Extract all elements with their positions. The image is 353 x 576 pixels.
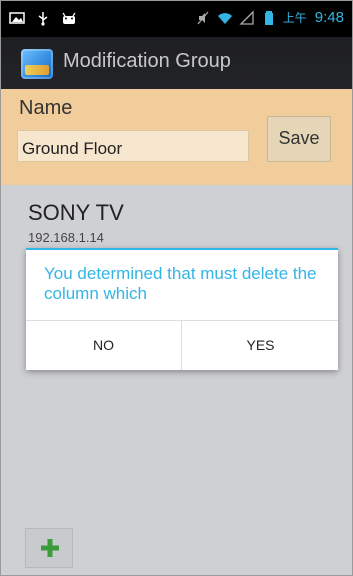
dialog-message: You determined that must delete the colu… xyxy=(44,264,317,303)
app-icon[interactable] xyxy=(21,49,53,79)
signal-icon xyxy=(239,9,254,25)
name-panel: Name Ground Floor Save xyxy=(1,89,352,185)
save-button[interactable]: Save xyxy=(267,116,331,162)
mute-icon xyxy=(197,11,209,24)
confirm-dialog: You determined that must delete the colu… xyxy=(26,248,338,370)
status-left-icons xyxy=(9,10,77,26)
group-name-input[interactable]: Ground Floor xyxy=(17,130,249,162)
app-screen: 上午 9:48 Modification Group Name Ground Fl… xyxy=(0,0,353,576)
name-label: Name xyxy=(19,97,73,119)
dialog-accent-line xyxy=(26,248,338,250)
yes-button[interactable]: YES xyxy=(183,321,338,370)
no-button[interactable]: NO xyxy=(26,321,181,370)
status-time: 9:48 xyxy=(314,9,344,26)
add-device-button[interactable] xyxy=(25,528,73,568)
plus-icon xyxy=(41,539,59,557)
page-title: Modification Group xyxy=(63,50,231,72)
usb-icon xyxy=(38,12,48,26)
dialog-button-divider xyxy=(181,321,182,370)
image-icon xyxy=(9,12,25,24)
action-bar: Modification Group xyxy=(1,37,352,90)
device-ip: 192.168.1.14 xyxy=(28,230,104,245)
device-name: SONY TV xyxy=(28,200,124,225)
time-prefix: 上午 xyxy=(282,11,307,25)
status-right-icons: 上午 9:48 xyxy=(195,9,344,26)
status-bar: 上午 9:48 xyxy=(1,1,352,37)
battery-icon xyxy=(264,10,273,25)
wifi-icon xyxy=(217,12,232,24)
android-debug-icon xyxy=(62,12,76,24)
